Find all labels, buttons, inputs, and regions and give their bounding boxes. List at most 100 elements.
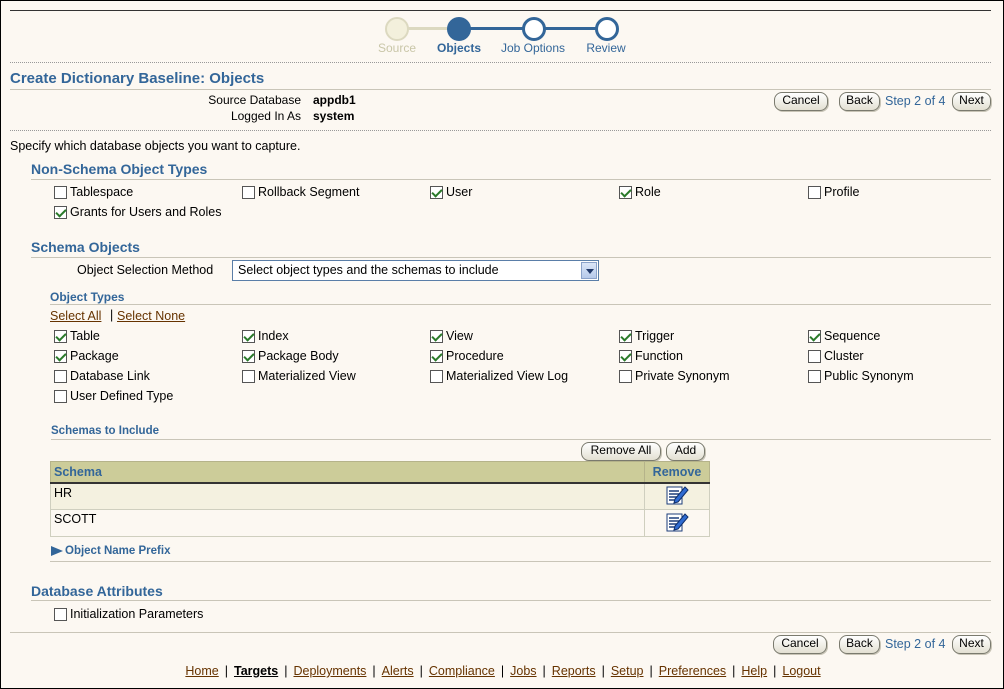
checkbox-box[interactable]	[242, 349, 255, 363]
remove-icon[interactable]	[665, 511, 689, 533]
checkbox-function[interactable]: Function	[619, 349, 683, 363]
chevron-down-icon[interactable]	[581, 262, 597, 279]
checkbox-label: Cluster	[824, 349, 864, 363]
footer-link-jobs[interactable]: Jobs	[510, 664, 536, 678]
checkbox-tablespace[interactable]: Tablespace	[54, 185, 133, 199]
checkbox-box[interactable]	[54, 205, 67, 219]
next-button-bottom[interactable]: Next	[952, 635, 991, 654]
remove-icon[interactable]	[665, 484, 689, 506]
object-selection-method-label: Object Selection Method	[77, 263, 214, 277]
add-button[interactable]: Add	[666, 442, 705, 461]
checkbox-label: User	[446, 185, 473, 199]
next-button-top[interactable]: Next	[952, 92, 991, 111]
checkbox-role[interactable]: Role	[619, 185, 661, 199]
select-all-link[interactable]: Select All	[50, 309, 101, 323]
back-button-top[interactable]: Back	[839, 92, 880, 111]
checkbox-user[interactable]: User	[430, 185, 472, 199]
checkbox-box[interactable]	[242, 329, 255, 343]
checkbox-box[interactable]	[619, 349, 632, 363]
footer-link-compliance[interactable]: Compliance	[429, 664, 495, 678]
checkbox-box[interactable]	[54, 185, 67, 199]
column-header-schema: Schema	[50, 461, 645, 483]
object-name-prefix-toggle[interactable]: Object Name Prefix	[50, 545, 170, 557]
checkbox-user-defined-type[interactable]: User Defined Type	[54, 389, 173, 403]
checkbox-label: Grants for Users and Roles	[70, 205, 222, 219]
checkbox-box[interactable]	[54, 389, 67, 403]
checkbox-label: Materialized View	[258, 369, 356, 383]
checkbox-package-body[interactable]: Package Body	[242, 349, 339, 363]
footer-separator: |	[500, 664, 505, 678]
footer-link-help[interactable]: Help	[741, 664, 767, 678]
object-name-prefix-label: Object Name Prefix	[65, 545, 171, 557]
checkbox-box[interactable]	[808, 185, 821, 199]
checkbox-view[interactable]: View	[430, 329, 473, 343]
checkbox-box[interactable]	[808, 349, 821, 363]
checkbox-table[interactable]: Table	[54, 329, 100, 343]
checkbox-materialized-view[interactable]: Materialized View	[242, 369, 356, 383]
checkbox-label: Public Synonym	[824, 369, 914, 383]
disclosure-triangle-icon[interactable]	[50, 545, 64, 557]
footer-link-deployments[interactable]: Deployments	[293, 664, 366, 678]
checkbox-procedure[interactable]: Procedure	[430, 349, 504, 363]
checkbox-box[interactable]	[54, 369, 67, 383]
checkbox-database-link[interactable]: Database Link	[54, 369, 150, 383]
checkbox-initialization-parameters[interactable]: Initialization Parameters	[54, 607, 203, 621]
checkbox-box[interactable]	[808, 369, 821, 383]
checkbox-box[interactable]	[619, 185, 632, 199]
checkbox-materialized-view-log[interactable]: Materialized View Log	[430, 369, 568, 383]
checkbox-box[interactable]	[430, 369, 443, 383]
train-label-job-options: Job Options	[500, 41, 566, 55]
checkbox-box[interactable]	[430, 349, 443, 363]
footer-link-reports[interactable]: Reports	[552, 664, 596, 678]
checkbox-box[interactable]	[54, 349, 67, 363]
checkbox-box[interactable]	[430, 185, 443, 199]
step-indicator-top: Step 2 of 4	[885, 94, 946, 108]
checkbox-public-synonym[interactable]: Public Synonym	[808, 369, 914, 383]
object-selection-method-select[interactable]: Select object types and the schemas to i…	[232, 260, 599, 281]
checkbox-label: Package Body	[258, 349, 339, 363]
checkbox-package[interactable]: Package	[54, 349, 119, 363]
checkbox-label: User Defined Type	[70, 389, 174, 403]
checkbox-box[interactable]	[54, 329, 67, 343]
back-button-bottom[interactable]: Back	[839, 635, 880, 654]
table-header-row: Schema Remove	[50, 461, 710, 483]
select-value: Select object types and the schemas to i…	[238, 263, 499, 277]
train-stop-source[interactable]	[385, 17, 409, 41]
train-divider	[10, 62, 991, 63]
checkbox-rollback-segment[interactable]: Rollback Segment	[242, 185, 359, 199]
footer-separator: |	[601, 664, 605, 678]
footer-link-alerts[interactable]: Alerts	[382, 664, 414, 678]
checkbox-box[interactable]	[619, 329, 632, 343]
footer-link-preferences[interactable]: Preferences	[659, 664, 726, 678]
footer-link-targets[interactable]: Targets	[234, 664, 278, 678]
database-attributes-underline	[31, 600, 991, 601]
checkbox-box[interactable]	[54, 607, 67, 621]
checkbox-box[interactable]	[242, 185, 255, 199]
checkbox-sequence[interactable]: Sequence	[808, 329, 880, 343]
checkbox-grants[interactable]: Grants for Users and Roles	[54, 205, 221, 219]
checkbox-box[interactable]	[430, 329, 443, 343]
footer-link-setup[interactable]: Setup	[611, 664, 644, 678]
checkbox-profile[interactable]: Profile	[808, 185, 859, 199]
checkbox-cluster[interactable]: Cluster	[808, 349, 864, 363]
checkbox-label: Database Link	[70, 369, 150, 383]
checkbox-index[interactable]: Index	[242, 329, 289, 343]
schema-objects-underline	[31, 257, 991, 258]
footer-separator: |	[284, 664, 288, 678]
remove-all-button[interactable]: Remove All	[581, 442, 661, 461]
footer-link-logout[interactable]: Logout	[782, 664, 820, 678]
prefix-underline	[50, 561, 991, 562]
non-schema-underline	[31, 179, 991, 180]
train-label-objects: Objects	[436, 41, 481, 55]
checkbox-box[interactable]	[619, 369, 632, 383]
checkbox-box[interactable]	[242, 369, 255, 383]
checkbox-private-synonym[interactable]: Private Synonym	[619, 369, 729, 383]
checkbox-trigger[interactable]: Trigger	[619, 329, 674, 343]
footer-link-home[interactable]: Home	[185, 664, 218, 678]
checkbox-box[interactable]	[808, 329, 821, 343]
footer-links: Home | Targets | Deployments | Alerts | Complian…	[1, 664, 1004, 678]
cancel-button-bottom[interactable]: Cancel	[773, 635, 827, 654]
select-none-link[interactable]: Select None	[117, 309, 185, 323]
cancel-button-top[interactable]: Cancel	[774, 92, 828, 111]
footer-separator: |	[773, 664, 777, 678]
